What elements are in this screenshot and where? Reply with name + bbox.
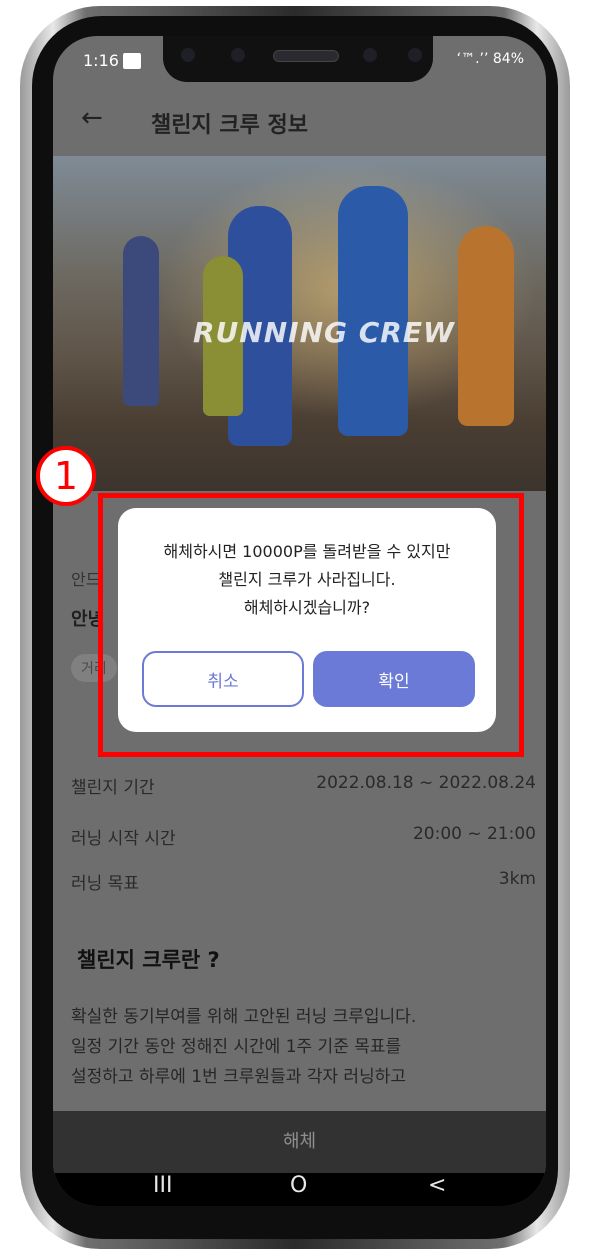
page-title: 챌린지 크루 정보 bbox=[151, 113, 308, 138]
sensor-icon bbox=[363, 48, 377, 62]
annotation-number-badge: 1 bbox=[36, 446, 96, 506]
runner-figure bbox=[458, 226, 514, 426]
hero-caption: RUNNING CREW bbox=[193, 316, 455, 349]
speaker-grille bbox=[273, 50, 339, 62]
row-label: 챌린지 기간 bbox=[71, 778, 155, 798]
status-bar: 1:16 ‘™.’’ 84% bbox=[53, 36, 546, 86]
nav-back-icon[interactable]: < bbox=[428, 1173, 446, 1198]
info-row-period: 챌린지 기간 2022.08.18 ~ 2022.08.24 bbox=[71, 773, 536, 798]
row-label: 러닝 시작 시간 bbox=[71, 829, 176, 849]
description-line: 확실한 동기부여를 위해 고안된 러닝 크루입니다. bbox=[71, 1007, 417, 1027]
row-label: 러닝 목표 bbox=[71, 874, 139, 894]
app-bar: ← 챌린지 크루 정보 bbox=[53, 91, 546, 151]
status-indicators: ‘™.’’ 84% bbox=[456, 51, 524, 67]
runner-figure bbox=[338, 186, 408, 436]
description-line: 일정 기간 동안 정해진 시간에 1주 기준 목표를 bbox=[71, 1037, 402, 1057]
hero-image: RUNNING CREW bbox=[53, 156, 546, 491]
row-value: 20:00 ~ 21:00 bbox=[412, 824, 536, 844]
section-title: 챌린지 크루란 ? bbox=[77, 948, 220, 972]
gallery-icon bbox=[123, 53, 141, 69]
sensor-icon bbox=[408, 48, 422, 62]
description: 확실한 동기부여를 위해 고안된 러닝 크루입니다. 일정 기간 동안 정해진 … bbox=[71, 1002, 541, 1092]
row-value: 3km bbox=[498, 869, 536, 889]
system-nav-bar: III O < bbox=[53, 1173, 546, 1206]
runner-figure bbox=[123, 236, 159, 406]
info-row-start-time: 러닝 시작 시간 20:00 ~ 21:00 bbox=[71, 824, 536, 849]
home-icon[interactable]: O bbox=[290, 1173, 307, 1198]
info-row-goal: 러닝 목표 3km bbox=[71, 869, 536, 894]
status-time: 1:16 bbox=[83, 51, 119, 70]
annotation-highlight-box bbox=[98, 493, 524, 757]
dissolve-button[interactable]: 해체 bbox=[53, 1111, 546, 1173]
description-line: 설정하고 하루에 1번 크루원들과 각자 러닝하고 bbox=[71, 1067, 406, 1087]
recent-apps-icon[interactable]: III bbox=[153, 1173, 172, 1198]
camera-icon bbox=[181, 48, 195, 62]
back-arrow-icon[interactable]: ← bbox=[81, 103, 103, 133]
camera-notch bbox=[163, 36, 433, 82]
camera-icon bbox=[231, 48, 245, 62]
crew-type-label: 안드 bbox=[71, 570, 101, 589]
row-value: 2022.08.18 ~ 2022.08.24 bbox=[316, 773, 536, 793]
